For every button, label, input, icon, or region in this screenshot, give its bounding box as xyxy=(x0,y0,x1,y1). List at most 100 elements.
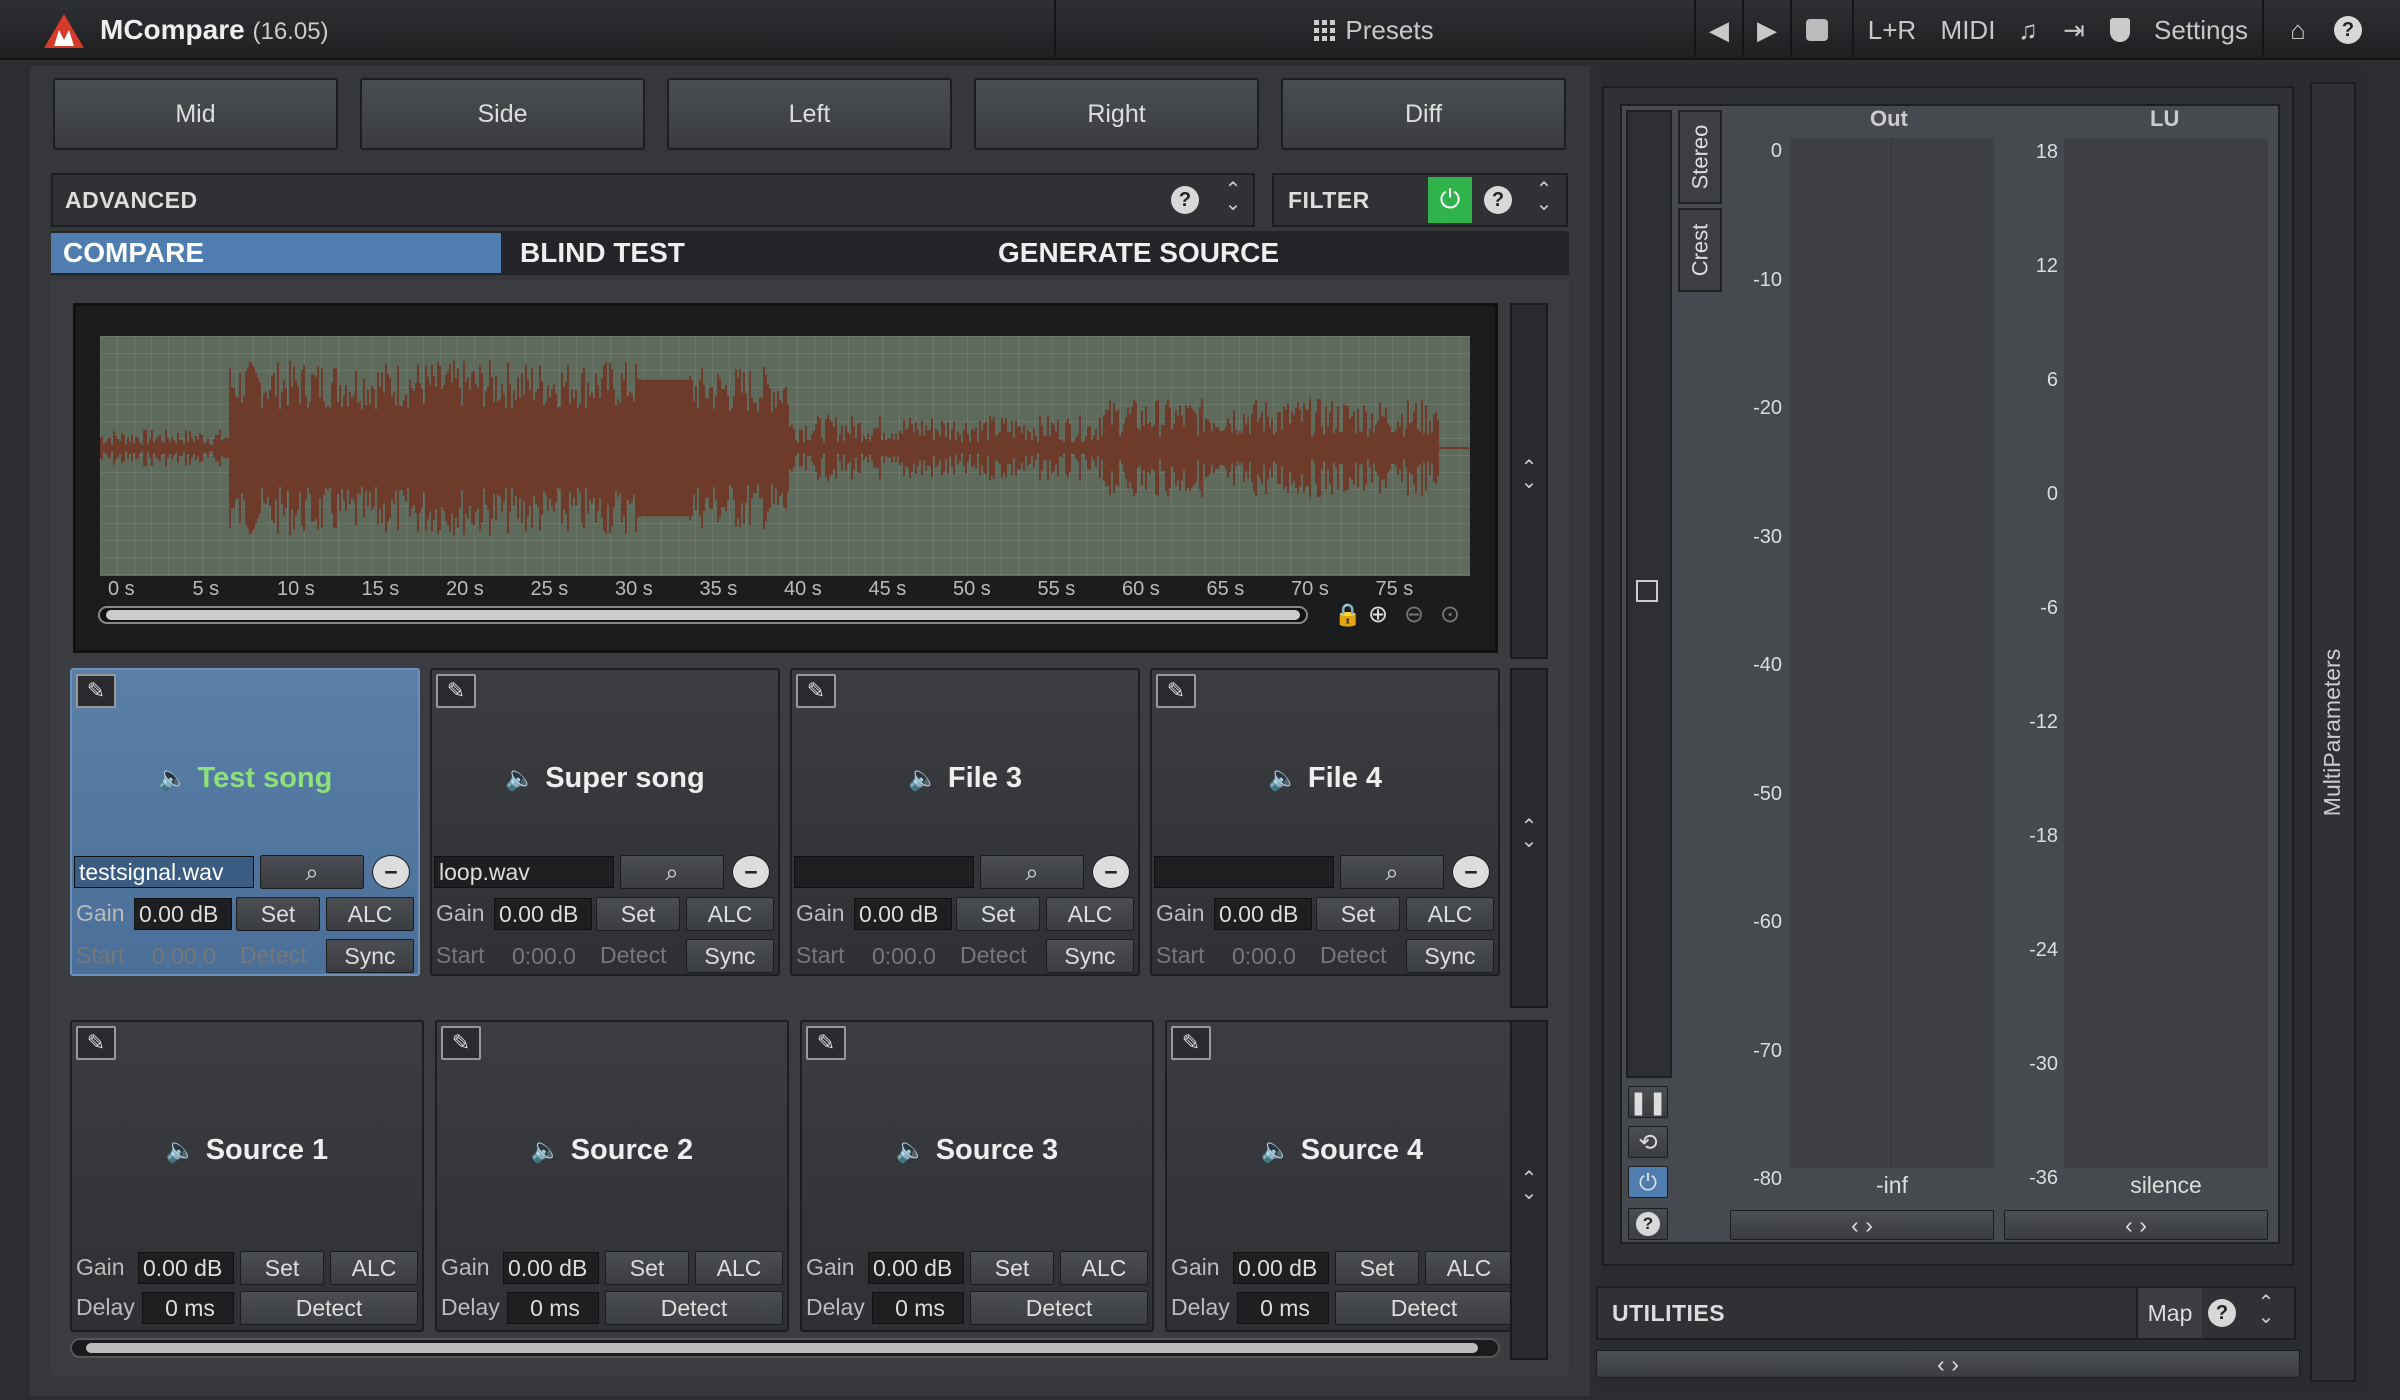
detect-label[interactable]: Detect xyxy=(240,942,306,969)
file-card[interactable]: ✎ 🔈 Test song testsignal.wav ⌕ − Gain 0.… xyxy=(70,668,420,976)
zoom-in-icon[interactable]: ⊕ xyxy=(1368,600,1388,629)
delay-field[interactable]: 0 ms xyxy=(142,1292,234,1324)
alc-button[interactable]: ALC xyxy=(1425,1251,1513,1285)
file-name-field[interactable] xyxy=(1154,856,1334,888)
lock-icon[interactable]: 🔒 xyxy=(1334,602,1361,628)
file-card[interactable]: ✎ 🔈 File 4 ⌕ − Gain 0.00 dB Set ALC Star… xyxy=(1150,668,1500,976)
settings-button[interactable]: Settings xyxy=(2146,0,2256,60)
browse-search-icon[interactable]: ⌕ xyxy=(1340,855,1444,889)
gain-field[interactable]: 0.00 dB xyxy=(503,1252,599,1284)
out-meter-resize[interactable]: ‹ › xyxy=(1730,1210,1994,1240)
waveform-display[interactable] xyxy=(100,336,1470,576)
filter-help-icon[interactable]: ? xyxy=(1484,186,1512,214)
home-icon[interactable]: ⌂ xyxy=(2276,0,2320,60)
detect-button[interactable]: Detect xyxy=(970,1291,1148,1325)
alc-button[interactable]: ALC xyxy=(1046,897,1134,931)
shield-icon[interactable] xyxy=(2098,0,2142,60)
alc-button[interactable]: ALC xyxy=(330,1251,418,1285)
advanced-help-icon[interactable]: ? xyxy=(1171,186,1199,214)
source-title[interactable]: Source 4 xyxy=(1301,1134,1424,1167)
file-card[interactable]: ✎ 🔈 Super song loop.wav ⌕ − Gain 0.00 dB… xyxy=(430,668,780,976)
browse-search-icon[interactable]: ⌕ xyxy=(260,855,364,889)
set-gain-button[interactable]: Set xyxy=(605,1251,689,1285)
detect-label[interactable]: Detect xyxy=(600,942,666,969)
gain-field[interactable]: 0.00 dB xyxy=(138,1252,234,1284)
alc-button[interactable]: ALC xyxy=(1406,897,1494,931)
sync-button[interactable]: Sync xyxy=(686,939,774,973)
multiparameters-panel[interactable]: MultiParameters xyxy=(2310,82,2356,1382)
edit-icon[interactable]: ✎ xyxy=(1171,1026,1211,1060)
reset-meter-icon[interactable]: ⟲ xyxy=(1628,1126,1668,1158)
file-title[interactable]: File 4 xyxy=(1308,762,1382,795)
waveform-scrollbar[interactable] xyxy=(98,606,1308,624)
alc-button[interactable]: ALC xyxy=(686,897,774,931)
sync-button[interactable]: Sync xyxy=(1406,939,1494,973)
set-gain-button[interactable]: Set xyxy=(1335,1251,1419,1285)
source-card[interactable]: ✎ 🔈 Source 4 Gain 0.00 dB Set ALC Delay … xyxy=(1165,1020,1519,1332)
file-name-field[interactable] xyxy=(794,856,974,888)
mode-diff-button[interactable]: Diff xyxy=(1281,78,1566,150)
edit-icon[interactable]: ✎ xyxy=(796,674,836,708)
export-icon[interactable]: ⇥ xyxy=(2052,0,2096,60)
next-preset-icon[interactable]: ▶ xyxy=(1744,0,1790,60)
tab-generate-source[interactable]: GENERATE SOURCE xyxy=(986,233,1566,273)
delay-field[interactable]: 0 ms xyxy=(872,1292,964,1324)
sync-button[interactable]: Sync xyxy=(1046,939,1134,973)
gain-field[interactable]: 0.00 dB xyxy=(868,1252,964,1284)
source-title[interactable]: Source 1 xyxy=(206,1134,329,1167)
mode-side-button[interactable]: Side xyxy=(360,78,645,150)
remove-file-icon[interactable]: − xyxy=(372,855,410,889)
prev-preset-icon[interactable]: ◀ xyxy=(1696,0,1742,60)
files-side-expand[interactable]: ⌃ ⌄ xyxy=(1510,668,1548,1008)
logo-icon[interactable] xyxy=(42,12,86,50)
source-title[interactable]: Source 3 xyxy=(936,1134,1059,1167)
set-gain-button[interactable]: Set xyxy=(970,1251,1054,1285)
set-gain-button[interactable]: Set xyxy=(236,897,320,931)
alc-button[interactable]: ALC xyxy=(1060,1251,1148,1285)
start-field[interactable]: 0:00.0 xyxy=(500,940,592,972)
browse-search-icon[interactable]: ⌕ xyxy=(620,855,724,889)
mode-mid-button[interactable]: Mid xyxy=(53,78,338,150)
sources-scrollbar[interactable] xyxy=(70,1338,1500,1358)
detect-button[interactable]: Detect xyxy=(240,1291,418,1325)
source-card[interactable]: ✎ 🔈 Source 3 Gain 0.00 dB Set ALC Delay … xyxy=(800,1020,1154,1332)
utilities-help-icon[interactable]: ? xyxy=(2208,1299,2236,1327)
filter-expand-icon[interactable]: ⌃ ⌄ xyxy=(1532,180,1556,214)
edit-icon[interactable]: ✎ xyxy=(76,1026,116,1060)
presets-button[interactable]: Presets xyxy=(1056,0,1692,60)
lr-button[interactable]: L+R xyxy=(1856,0,1928,60)
detect-button[interactable]: Detect xyxy=(605,1291,783,1325)
gain-field[interactable]: 0.00 dB xyxy=(494,898,592,930)
meter-mode-icon[interactable] xyxy=(1636,580,1658,602)
sync-button[interactable]: Sync xyxy=(326,939,414,973)
start-field[interactable]: 0:00.0 xyxy=(860,940,952,972)
browse-search-icon[interactable]: ⌕ xyxy=(980,855,1084,889)
edit-icon[interactable]: ✎ xyxy=(806,1026,846,1060)
set-gain-button[interactable]: Set xyxy=(1316,897,1400,931)
set-gain-button[interactable]: Set xyxy=(240,1251,324,1285)
random-dice-icon[interactable] xyxy=(1792,0,1842,60)
meter-help-icon[interactable]: ? xyxy=(1628,1208,1668,1240)
tab-compare[interactable]: COMPARE xyxy=(51,233,501,273)
utilities-expand-icon[interactable]: ⌃ ⌄ xyxy=(2254,1293,2278,1327)
file-title[interactable]: Super song xyxy=(545,762,705,795)
gain-field[interactable]: 0.00 dB xyxy=(854,898,952,930)
mode-left-button[interactable]: Left xyxy=(667,78,952,150)
remove-file-icon[interactable]: − xyxy=(1092,855,1130,889)
edit-icon[interactable]: ✎ xyxy=(1156,674,1196,708)
source-card[interactable]: ✎ 🔈 Source 1 Gain 0.00 dB Set ALC Delay … xyxy=(70,1020,424,1332)
filter-power-icon[interactable]: ⏻ xyxy=(1428,177,1472,223)
advanced-expand-icon[interactable]: ⌃ ⌄ xyxy=(1221,180,1245,214)
gain-field[interactable]: 0.00 dB xyxy=(1214,898,1312,930)
midi-learn-icon[interactable]: ♫ xyxy=(2008,0,2048,60)
pause-icon[interactable]: ❚❚ xyxy=(1628,1086,1668,1118)
mode-right-button[interactable]: Right xyxy=(974,78,1259,150)
detect-button[interactable]: Detect xyxy=(1335,1291,1513,1325)
file-name-field[interactable]: loop.wav xyxy=(434,856,614,888)
midi-button[interactable]: MIDI xyxy=(1932,0,2004,60)
gain-field[interactable]: 0.00 dB xyxy=(134,898,232,930)
remove-file-icon[interactable]: − xyxy=(1452,855,1490,889)
delay-field[interactable]: 0 ms xyxy=(1237,1292,1329,1324)
tab-stereo[interactable]: Stereo xyxy=(1678,110,1722,204)
filter-bar[interactable]: FILTER ⏻ ? ⌃ ⌄ xyxy=(1272,173,1568,227)
